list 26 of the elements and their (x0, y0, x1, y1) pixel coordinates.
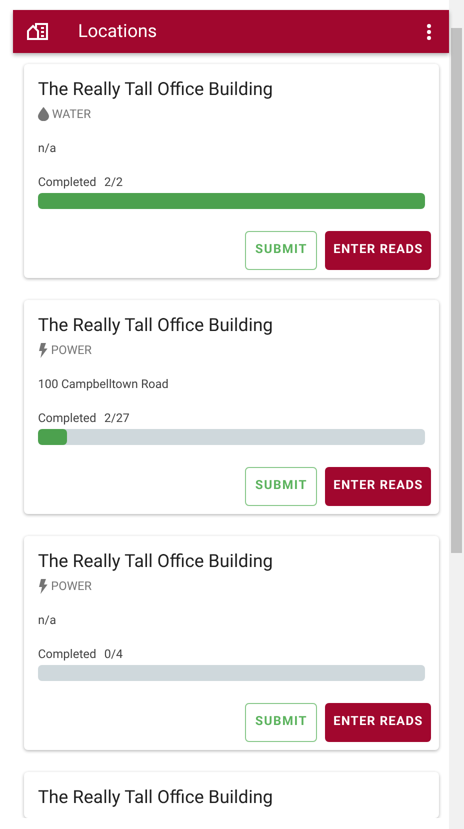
utility-label: POWER (51, 342, 92, 359)
location-title: The Really Tall Office Building (38, 550, 274, 574)
progress-count: 0/4 (104, 646, 123, 662)
utility-label: POWER (51, 578, 92, 595)
location-title: The Really Tall Office Building (38, 314, 274, 338)
more-menu-icon[interactable] (427, 24, 431, 40)
enter-reads-button[interactable]: ENTER READS (325, 467, 431, 506)
scrollbar[interactable] (449, 0, 464, 829)
progress-label: Completed (38, 174, 96, 190)
progress-label: Completed (38, 410, 96, 426)
address-text: n/a (38, 140, 58, 156)
location-title: The Really Tall Office Building (38, 786, 274, 810)
enter-reads-button[interactable]: ENTER READS (325, 231, 431, 270)
app-title: Locations (78, 20, 158, 44)
location-title: The Really Tall Office Building (38, 78, 274, 102)
address-text: 100 Campbelltown Road (38, 376, 170, 392)
progress-count: 2/2 (104, 174, 123, 190)
enter-reads-button[interactable]: ENTER READS (325, 703, 431, 742)
progress-label: Completed (38, 646, 96, 662)
lightning-bolt-icon (38, 342, 48, 358)
address-text: n/a (38, 612, 58, 628)
progress-count: 2/27 (104, 410, 130, 426)
water-drop-icon (38, 107, 49, 121)
buildings-icon[interactable] (27, 23, 48, 40)
lightning-bolt-icon (38, 578, 48, 594)
utility-label: WATER (52, 106, 91, 123)
